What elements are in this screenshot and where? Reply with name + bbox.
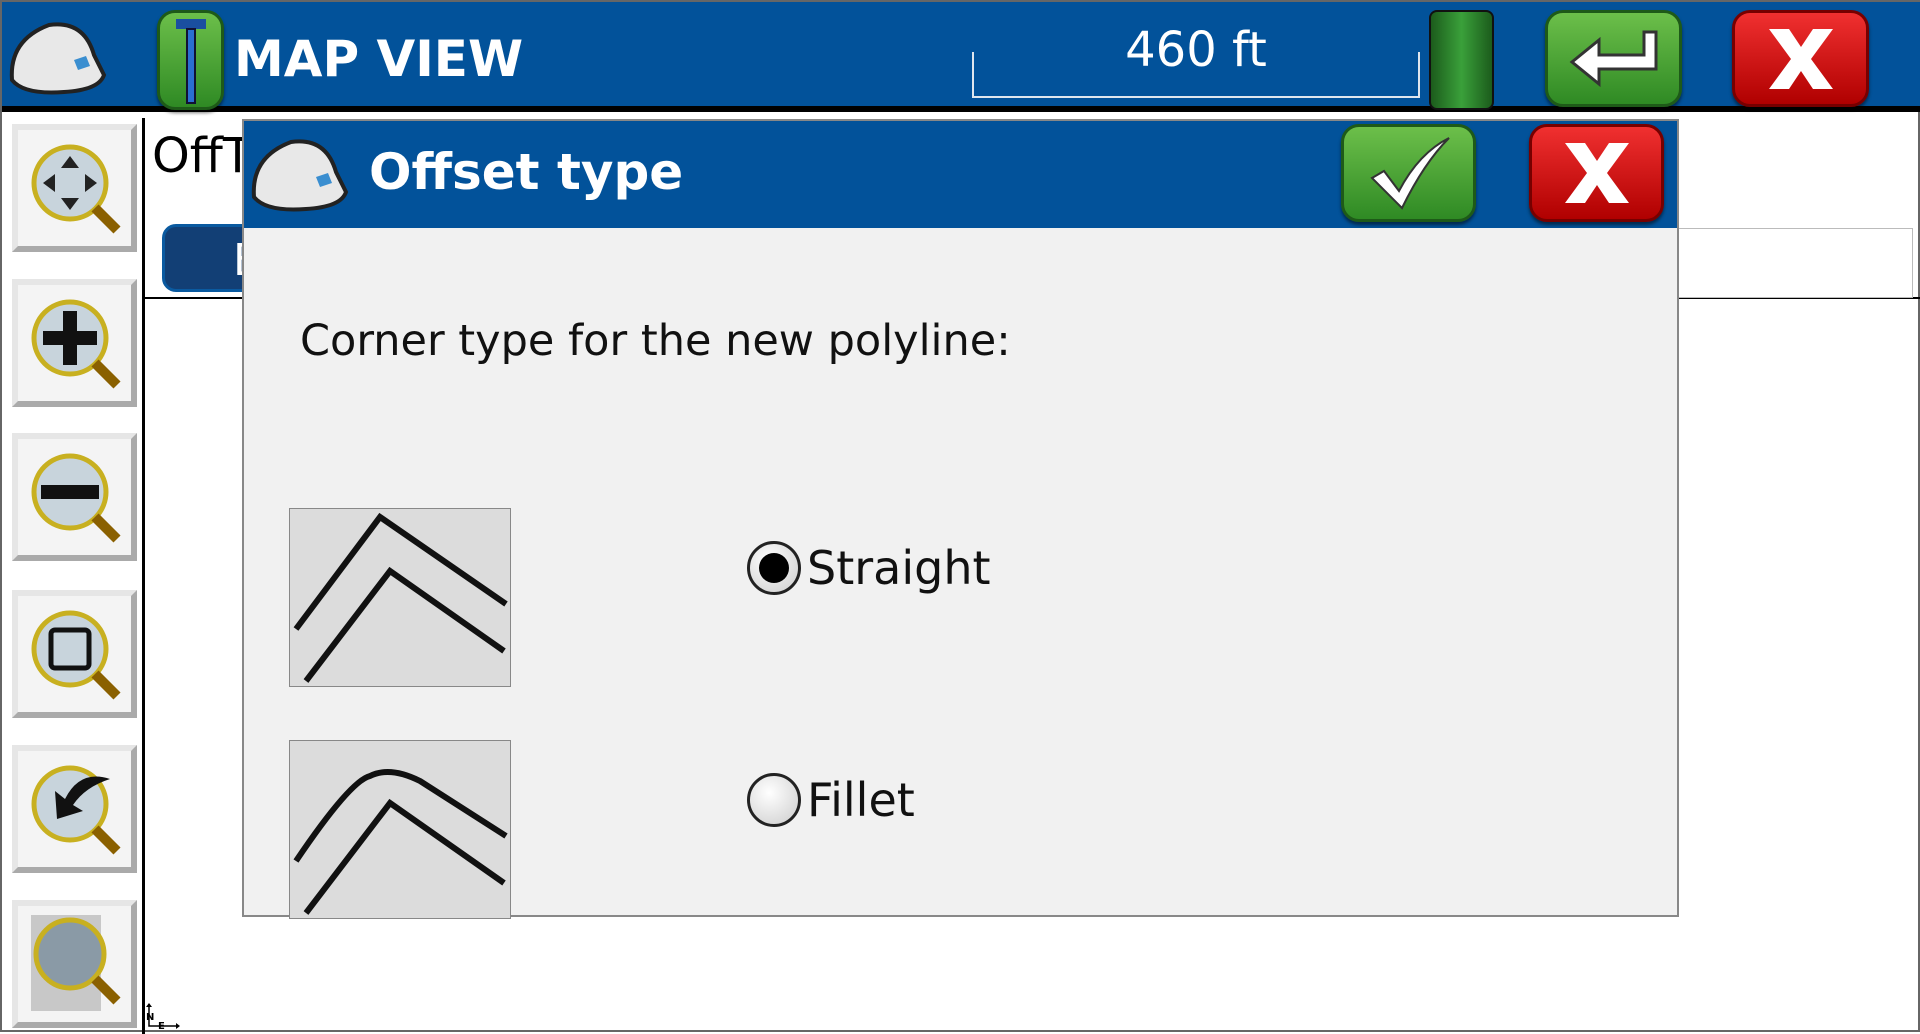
east-label: E — [158, 1021, 165, 1032]
enter-button[interactable] — [1545, 10, 1682, 107]
compass-indicator: N E — [146, 1002, 182, 1032]
zoom-in-icon — [31, 299, 121, 389]
zoom-previous-icon — [31, 765, 121, 855]
top-bar: MAP VIEW 460 ft — [2, 2, 1920, 112]
hard-hat-icon — [251, 139, 349, 212]
zoom-list-icon — [30, 915, 121, 1011]
pan-zoom-button[interactable] — [12, 124, 137, 252]
dialog-prompt: Corner type for the new polyline: — [300, 316, 1011, 366]
close-button[interactable] — [1732, 10, 1869, 107]
north-label: N — [146, 1012, 155, 1023]
map-toolbar — [2, 118, 145, 1034]
radio-straight[interactable]: Straight — [747, 541, 991, 595]
zoom-extents-icon — [31, 610, 121, 700]
radio-label: Fillet — [807, 773, 915, 827]
page-title: MAP VIEW — [234, 30, 524, 88]
cancel-button[interactable] — [1529, 124, 1664, 222]
gps-rover-button[interactable] — [157, 10, 224, 110]
zoom-in-button[interactable] — [12, 279, 137, 407]
fillet-corner-icon — [293, 769, 508, 915]
fillet-corner-preview — [289, 740, 511, 919]
zoom-out-icon — [31, 453, 121, 543]
battery-icon — [1429, 10, 1494, 110]
close-icon — [1564, 143, 1629, 203]
straight-corner-icon — [293, 512, 508, 683]
dialog-title: Offset type — [369, 143, 684, 201]
radio-label: Straight — [807, 541, 991, 595]
straight-corner-preview — [289, 508, 511, 687]
ok-button[interactable] — [1341, 124, 1476, 222]
dialog-header: Offset type — [244, 121, 1677, 228]
checkmark-icon — [1369, 137, 1450, 210]
scale-label: 460 ft — [1125, 22, 1267, 78]
hard-hat-icon[interactable] — [4, 10, 109, 100]
enter-icon — [1569, 30, 1657, 87]
radio-fillet[interactable]: Fillet — [747, 773, 915, 827]
offset-type-dialog: Offset type Corner type for the new poly… — [242, 119, 1679, 919]
background-label: OffT — [152, 128, 253, 184]
zoom-previous-button[interactable] — [12, 745, 137, 873]
zoom-extents-button[interactable] — [12, 590, 137, 718]
radio-button-selected[interactable] — [747, 541, 801, 595]
background-field — [1679, 228, 1913, 298]
gps-rover-icon — [175, 19, 206, 104]
pan-icon — [31, 144, 121, 234]
zoom-list-button[interactable] — [12, 900, 137, 1028]
close-icon — [1768, 28, 1833, 89]
radio-button-unselected[interactable] — [747, 773, 801, 827]
zoom-out-button[interactable] — [12, 433, 137, 561]
